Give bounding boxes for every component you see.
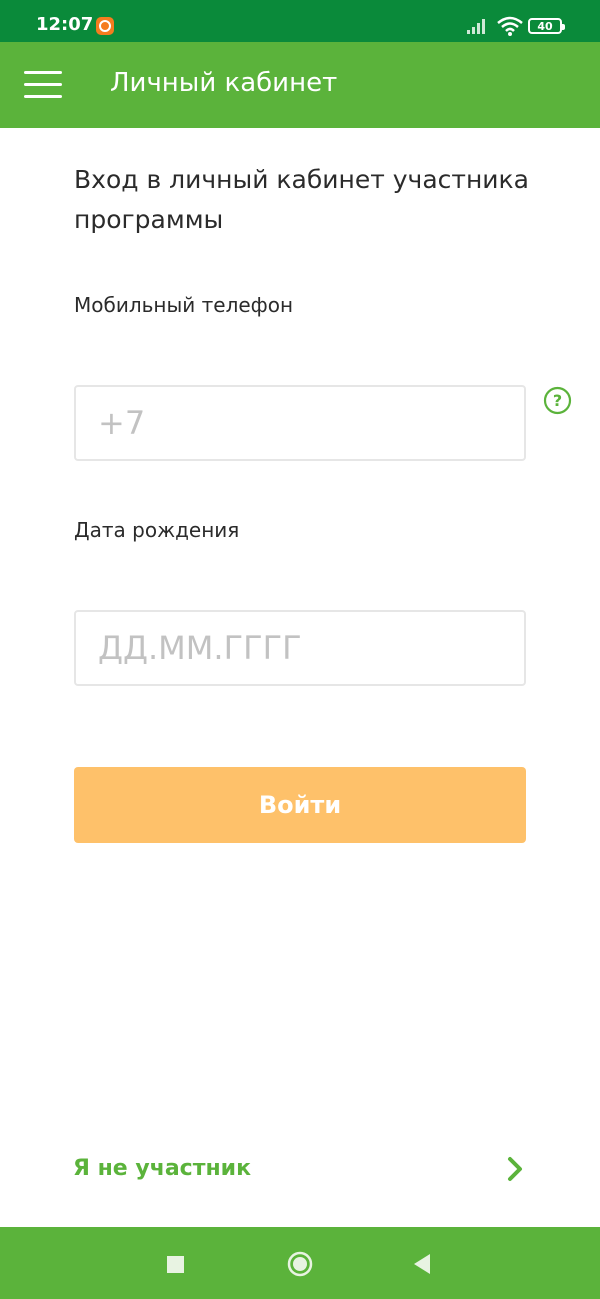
signal-icon: [467, 19, 485, 34]
app-title: Личный кабинет: [110, 68, 338, 98]
square-recents-icon[interactable]: [167, 1256, 184, 1273]
battery-icon: 40: [528, 18, 565, 34]
triangle-back-icon[interactable]: [412, 1253, 432, 1275]
question-circle-icon[interactable]: ?: [543, 386, 572, 415]
svg-text:?: ?: [553, 391, 562, 410]
status-time: 12:07: [36, 14, 94, 35]
status-bar: 12:07 40: [0, 0, 600, 42]
chevron-right-icon[interactable]: [505, 1155, 525, 1183]
page-heading: Вход в личный кабинет участника программ…: [74, 165, 529, 234]
login-button[interactable]: Войти: [74, 767, 526, 843]
wifi-icon: [497, 16, 523, 36]
phone-label: Мобильный телефон: [74, 293, 294, 317]
birthdate-label: Дата рождения: [74, 518, 240, 542]
not-member-link[interactable]: Я не участник: [73, 1156, 251, 1181]
phone-input[interactable]: [74, 385, 526, 461]
birthdate-input[interactable]: [74, 610, 526, 686]
navigation-bar: [0, 1227, 600, 1299]
circle-home-icon[interactable]: [287, 1251, 313, 1277]
app-bar: Личный кабинет: [0, 42, 600, 128]
app-notification-icon: [96, 17, 114, 35]
hamburger-menu-icon[interactable]: [24, 71, 62, 99]
